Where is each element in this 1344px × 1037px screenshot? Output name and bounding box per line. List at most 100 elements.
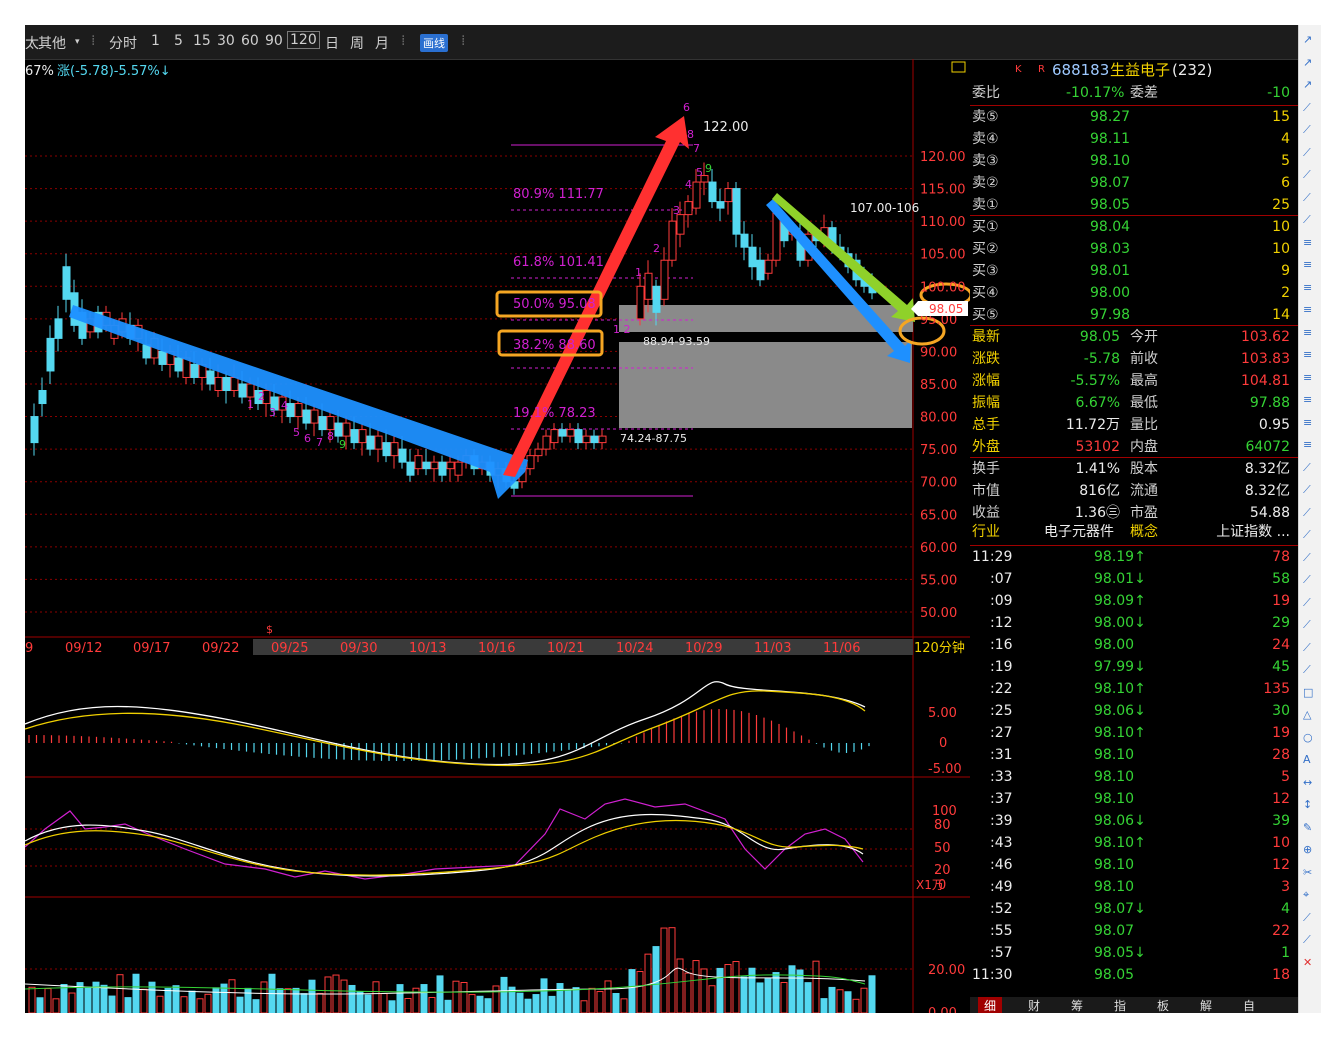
tick-price: 98.05 [1094,967,1135,983]
toolbar-item-1min[interactable]: 1 [151,33,160,49]
buy-volume: 14 [1272,307,1290,323]
quote-row: :19 97.99↓ 45 [970,656,1298,678]
toolbar-item-5min[interactable]: 5 [174,33,183,49]
drawing-tool-icon[interactable]: ⟋ [1303,618,1311,632]
price-tick-label: 70.00 [920,476,957,491]
drawing-tool-icon[interactable]: ⟋ [1303,168,1311,182]
candle-body [652,285,661,313]
toolbar-item-day[interactable]: 日 [325,33,339,53]
industry-label: 行业 [972,524,1000,540]
drawing-tool-icon[interactable]: ≡ [1303,416,1312,429]
drawing-tool-icon[interactable]: ⟋ [1303,506,1311,520]
drawing-tool-icon[interactable]: ✕ [1303,956,1312,969]
drawing-tool-icon[interactable]: ≡ [1303,371,1312,384]
drawing-tool-icon[interactable]: ○ [1303,731,1313,744]
drawing-tool-icon[interactable]: □ [1303,686,1313,699]
buy-price: 97.98 [1090,307,1131,323]
k-icon[interactable]: K [1015,59,1022,81]
tick-price: 98.00↓ [1094,615,1146,631]
toolbar-item-120min[interactable]: 120 [287,31,320,49]
volume-bar [140,988,148,1013]
drawing-tool-icon[interactable]: ⟋ [1303,573,1311,587]
drawing-tool-icon[interactable]: ↗ [1303,78,1312,91]
toolbar-item-30min[interactable]: 30 [217,33,235,49]
drawing-tool-icon[interactable]: ↔ [1303,776,1312,789]
drawing-tool-icon[interactable]: ⟋ [1303,191,1311,205]
volume-bar [28,986,36,1013]
quote-tab[interactable]: 指 [1114,997,1126,1013]
drawing-tool-icon[interactable]: ≡ [1303,438,1312,451]
stock-name: 生益电子 [1110,61,1171,79]
drawing-tool-icon[interactable]: ⟋ [1303,641,1311,655]
toolbar-item-60min[interactable]: 60 [241,33,259,49]
drawing-tool-icon[interactable]: ⟋ [1303,911,1311,925]
candle-body [534,448,543,457]
toolbar-item-15min[interactable]: 15 [193,33,211,49]
volume-bar [796,969,804,1013]
quote-tab[interactable]: 自 [1243,997,1255,1013]
toolbar-item-week[interactable]: 周 [350,33,364,53]
r-icon[interactable]: R [1038,59,1045,81]
drawing-tool-icon[interactable]: ✎ [1303,821,1312,834]
drawing-tool-icon[interactable]: ↕ [1303,798,1312,811]
quote-row: 卖② 98.07 6 [970,172,1298,194]
drawing-tool-icon[interactable]: ⟋ [1303,551,1311,565]
volume-bar [724,964,732,1013]
drawing-tool-icon[interactable]: ≡ [1303,303,1312,316]
toolbar-item-intraday[interactable]: 分时 [109,33,137,53]
drawing-tool-icon[interactable]: ⟋ [1303,101,1311,115]
volume-bar [84,986,92,1013]
volume-bar [404,997,412,1013]
quote-row: :22 98.10↑ 135 [970,678,1298,700]
toolbar-item-90min[interactable]: 90 [265,33,283,49]
candle-body [174,357,183,372]
candle-body [668,220,677,261]
dropdown-arrow-icon[interactable]: ▾ [75,37,80,47]
draw-line-button[interactable]: 画线 [420,34,448,52]
buy-level-label: 买② [972,241,999,257]
drawing-tool-icon[interactable]: ⟋ [1303,663,1311,677]
fin-label: 流通 [1130,483,1158,499]
drawing-tool-icon[interactable]: ⟋ [1303,213,1311,227]
drawing-tool-icon[interactable]: A [1303,753,1311,766]
tick-price: 98.01↓ [1094,571,1146,587]
panel-toggle-icon[interactable] [951,61,966,73]
drawing-tool-icon[interactable]: ⟋ [1303,596,1311,610]
quote-row: :27 98.10↑ 19 [970,722,1298,744]
candle-body [636,285,645,320]
drawing-tool-icon[interactable]: ↗ [1303,33,1312,46]
candle-body [230,376,239,392]
drawing-tool-icon[interactable]: ≡ [1303,258,1312,271]
toolbar-item-other[interactable]: 其他 [38,33,66,53]
drawing-tool-icon[interactable]: ✂ [1303,866,1312,879]
industry-value[interactable]: 电子元器件 [1044,521,1114,543]
drawing-tool-icon[interactable]: ⟋ [1303,461,1311,475]
quote-tab[interactable]: 解 [1200,997,1212,1013]
quote-tab[interactable]: 筹 [1071,997,1083,1013]
drawing-tool-icon[interactable]: ≡ [1303,393,1312,406]
drawing-tool-icon[interactable]: ↗ [1303,56,1312,69]
concept-value[interactable]: 上证指数 ... [1216,521,1290,543]
quote-tab[interactable]: 板 [1157,997,1169,1013]
chart-area[interactable]: 67% 涨(-5.78)-5.57%↓ 122.00 107.00-106 80… [25,59,970,1013]
drawing-tool-icon[interactable]: ≡ [1303,281,1312,294]
drawing-tool-icon[interactable]: ⟋ [1303,933,1311,947]
drawing-tool-icon[interactable]: ⟋ [1303,123,1311,137]
drawing-tool-icon[interactable]: △ [1303,708,1311,721]
drawing-tool-icon[interactable]: ⟋ [1303,146,1311,160]
quote-tab[interactable]: 细 [978,997,1003,1013]
candle-body [366,435,375,450]
drawing-tool-icon[interactable]: ⟋ [1303,528,1311,542]
buy-volume: 9 [1281,263,1290,279]
drawing-tool-icon[interactable]: ⊕ [1303,843,1312,856]
stat-label: 前收 [1130,351,1158,367]
toolbar-item-month[interactable]: 月 [375,33,389,53]
quote-tab[interactable]: 财 [1028,997,1040,1013]
drawing-tool-icon[interactable]: ≡ [1303,348,1312,361]
drawing-tool-icon[interactable]: ≡ [1303,236,1312,249]
candle-body [748,246,757,268]
drawing-tool-icon[interactable]: ⌖ [1303,888,1309,902]
volume-bar [428,996,436,1013]
drawing-tool-icon[interactable]: ⟋ [1303,483,1311,497]
drawing-tool-icon[interactable]: ≡ [1303,326,1312,339]
